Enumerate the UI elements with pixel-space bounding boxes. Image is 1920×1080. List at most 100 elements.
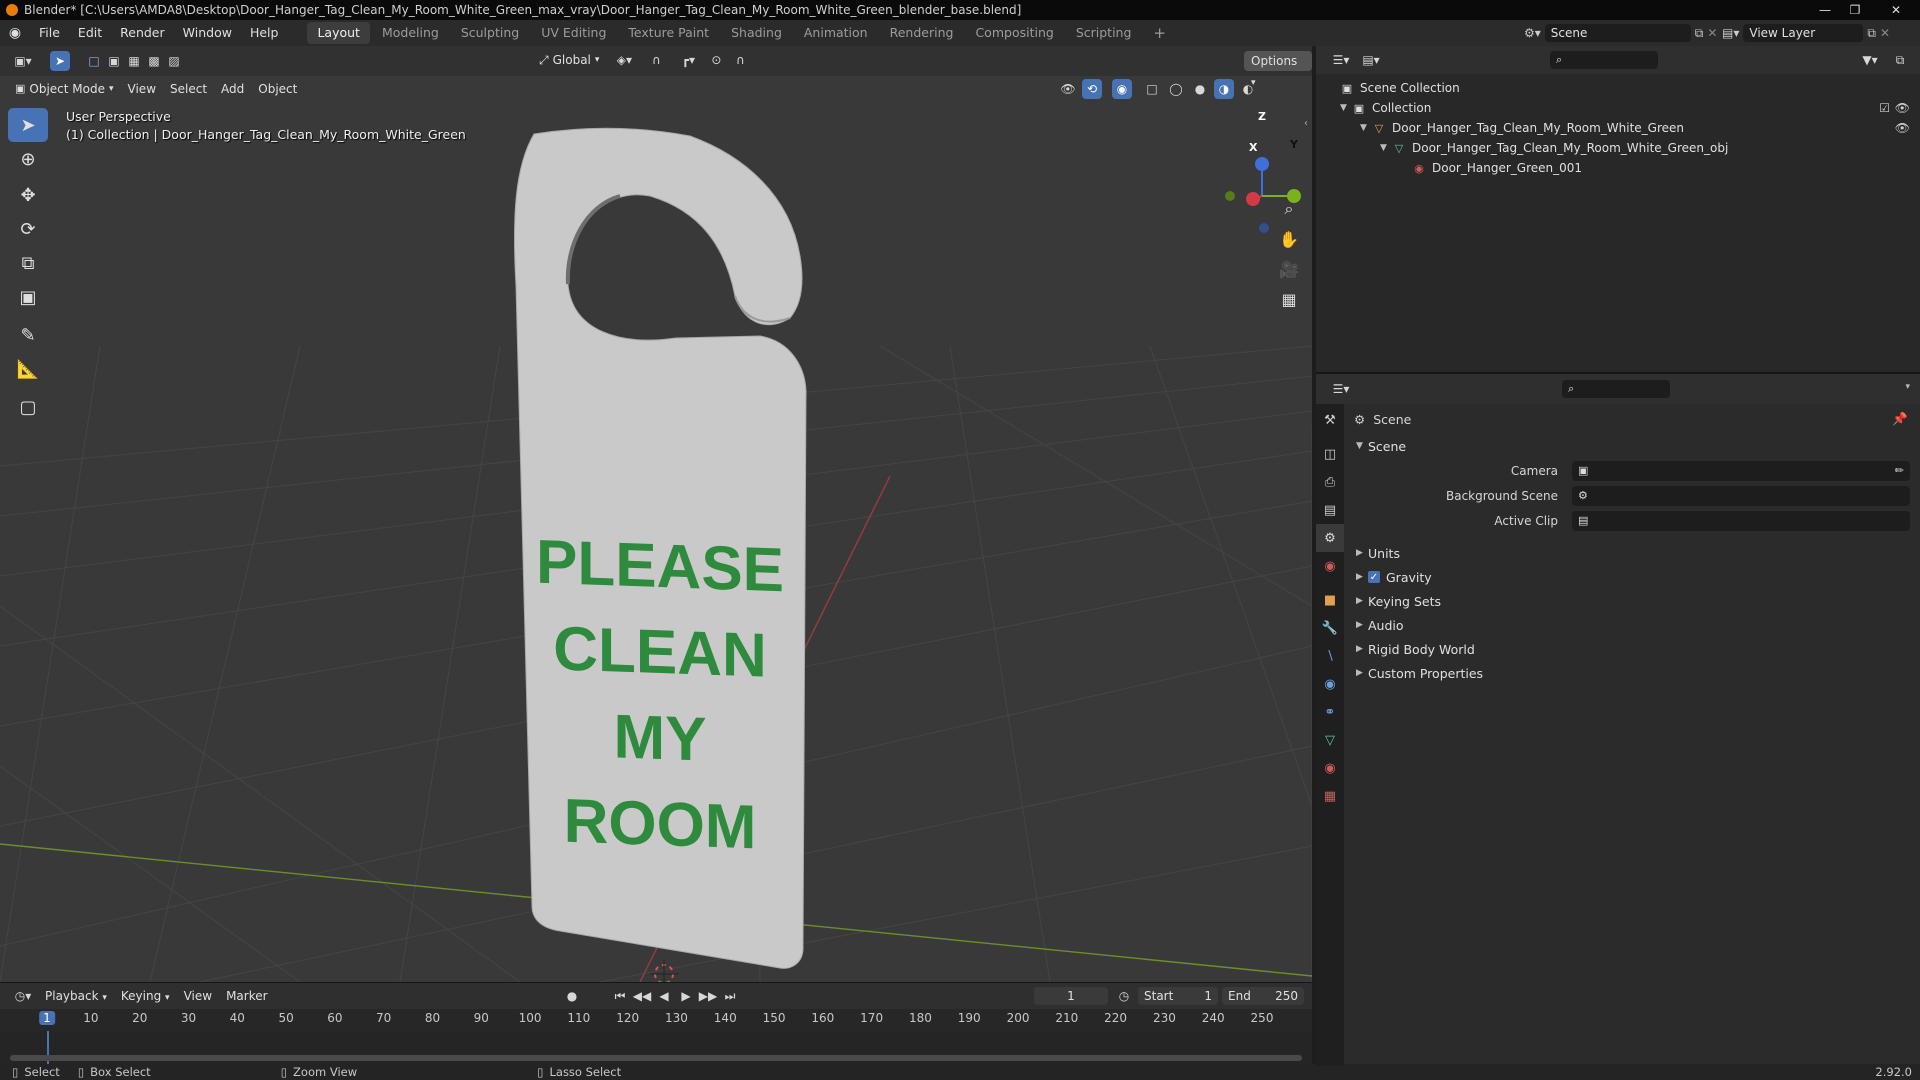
new-collection-icon[interactable]: ⧉ (1890, 50, 1910, 70)
pivot-point-icon[interactable]: ◈▾ (610, 50, 638, 70)
start-frame-field[interactable]: Start 1 (1138, 987, 1218, 1005)
panel-audio-header[interactable]: ▶ Audio (1344, 613, 1920, 637)
timeline-menu-playback[interactable]: Playback ▾ (38, 986, 114, 1006)
timeline-body[interactable] (0, 1031, 1312, 1065)
viewport-menu-select[interactable]: Select (163, 79, 214, 99)
new-view-layer-icon[interactable]: ⧉ (1867, 26, 1876, 41)
particles-tab-icon[interactable]: ∖ (1316, 642, 1344, 670)
world-tab-icon[interactable]: ◉ (1316, 552, 1344, 580)
wireframe-shading-icon[interactable]: ◯ (1166, 79, 1186, 99)
xray-toggle-icon[interactable]: □ (1142, 79, 1162, 99)
move-tool-icon[interactable]: ✥ (8, 178, 48, 212)
object-tab-icon[interactable]: ■ (1316, 586, 1344, 614)
select-intersect-mode-icon[interactable]: ▨ (164, 51, 184, 71)
panel-rigid-body-world-header[interactable]: ▶ Rigid Body World (1344, 637, 1920, 661)
outliner-filter-icon[interactable]: ▼▾ (1856, 50, 1884, 70)
background-scene-field[interactable]: ⚙ (1572, 485, 1910, 506)
current-frame-marker[interactable]: 1 (39, 1011, 55, 1025)
menu-window[interactable]: Window (174, 20, 241, 46)
active-clip-field[interactable]: ▤ (1572, 510, 1910, 531)
select-subtract-mode-icon[interactable]: ▦ (124, 51, 144, 71)
texture-tab-icon[interactable]: ▦ (1316, 782, 1344, 810)
new-scene-icon[interactable]: ⧉ (1695, 26, 1704, 41)
snap-toggle-icon[interactable]: ∩ (642, 50, 670, 70)
tool-tab-icon[interactable]: ⚒ (1316, 406, 1344, 434)
pin-icon[interactable]: 📌 (1892, 411, 1908, 427)
timeline-scrollbar[interactable] (10, 1055, 1302, 1061)
workspace-tab-uv-editing[interactable]: UV Editing (531, 22, 616, 44)
select-invert-mode-icon[interactable]: ▩ (144, 51, 164, 71)
solid-shading-icon[interactable]: ● (1190, 79, 1210, 99)
panel-scene-header[interactable]: ▼ Scene (1344, 434, 1920, 458)
timeline-menu-keying[interactable]: Keying ▾ (114, 986, 177, 1006)
timeline-menu-view[interactable]: View (177, 986, 219, 1006)
viewport-menu-add[interactable]: Add (214, 79, 251, 99)
outliner-search-field[interactable]: ⌕ (1550, 51, 1658, 69)
prev-keyframe-icon[interactable]: ◀◀ (632, 986, 652, 1006)
collection-checkbox[interactable]: ☑ (1879, 101, 1890, 115)
timeline-menu-marker[interactable]: Marker (219, 986, 274, 1006)
current-frame-field[interactable]: 1 (1034, 987, 1108, 1005)
outliner-row-mesh[interactable]: ▼ ▽ Door_Hanger_Tag_Clean_My_Room_White_… (1316, 138, 1920, 158)
pan-view-icon[interactable]: ✋ (1276, 226, 1302, 252)
render-tab-icon[interactable]: ◫ (1316, 440, 1344, 468)
orientation-dropdown[interactable]: ⤢ Global ▾ (532, 50, 606, 70)
output-tab-icon[interactable]: ⎙ (1316, 468, 1344, 496)
constraints-tab-icon[interactable]: ⚭ (1316, 698, 1344, 726)
panel-custom-properties-header[interactable]: ▶ Custom Properties (1344, 661, 1920, 685)
workspace-tab-rendering[interactable]: Rendering (880, 22, 964, 44)
viewport-menu-object[interactable]: Object (251, 79, 304, 99)
object-mode-dropdown[interactable]: ▣ Object Mode ▾ (8, 79, 121, 99)
visibility-icon[interactable]: 👁 (1058, 79, 1078, 99)
ortho-toggle-icon[interactable]: ▦ (1276, 286, 1302, 312)
material-tab-icon[interactable]: ◉ (1316, 754, 1344, 782)
snap-target-icon[interactable]: ┏▾ (674, 50, 702, 70)
view-layer-tab-icon[interactable]: ▤ (1316, 496, 1344, 524)
proportional-edit-icon[interactable]: ⊙ (706, 50, 726, 70)
outliner-row-object[interactable]: ▼ ▽ Door_Hanger_Tag_Clean_My_Room_White_… (1316, 118, 1920, 138)
annotate-tool-icon[interactable]: ✎ (8, 318, 48, 352)
camera-field[interactable]: ▣ ✏ (1572, 460, 1910, 481)
workspace-tab-texture-paint[interactable]: Texture Paint (618, 22, 719, 44)
next-keyframe-icon[interactable]: ▶▶ (698, 986, 718, 1006)
panel-keying-sets-header[interactable]: ▶ Keying Sets (1344, 589, 1920, 613)
properties-search-field[interactable]: ⌕ (1562, 380, 1670, 398)
workspace-tab-compositing[interactable]: Compositing (965, 22, 1063, 44)
minimize-icon[interactable]: — (1814, 0, 1836, 20)
outliner-row-collection[interactable]: ▼ ▣ Collection ☑ 👁 (1316, 98, 1920, 118)
properties-editor-type-icon[interactable]: ☰▾ (1326, 379, 1356, 399)
collection-visibility-icon[interactable]: 👁 (1895, 101, 1910, 115)
measure-tool-icon[interactable]: 📐 (8, 352, 48, 386)
zoom-view-icon[interactable]: ⌕ (1276, 196, 1302, 222)
physics-tab-icon[interactable]: ◉ (1316, 670, 1344, 698)
select-box-tool-icon[interactable]: ➤ (8, 108, 48, 142)
options-dropdown[interactable]: Options ▾ (1244, 51, 1312, 88)
view-layer-field[interactable]: View Layer (1743, 24, 1864, 42)
cursor-tool-icon[interactable]: ⊕ (8, 142, 48, 176)
maximize-icon[interactable]: ❐ (1844, 0, 1866, 20)
expand-arrow-icon[interactable]: ▼ (1360, 123, 1372, 133)
expand-arrow-icon[interactable]: ▼ (1340, 103, 1352, 113)
add-cube-tool-icon[interactable]: ▢ (8, 390, 48, 424)
panel-gravity-header[interactable]: ▶ ✓ Gravity (1344, 565, 1920, 589)
falloff-icon[interactable]: ∩ (730, 50, 750, 70)
rotate-tool-icon[interactable]: ⟳ (8, 212, 48, 246)
jump-start-icon[interactable]: ⏮ (610, 986, 630, 1006)
play-reverse-icon[interactable]: ◀ (654, 986, 674, 1006)
sidebar-toggle-icon[interactable]: ‹ (1304, 118, 1308, 129)
outliner-row-material[interactable]: ◉ Door_Hanger_Green_001 (1316, 158, 1920, 178)
close-icon[interactable]: ✕ (1878, 0, 1914, 20)
object-visibility-icon[interactable]: 👁 (1895, 121, 1910, 135)
scene-selector-icon[interactable]: ⚙▾ (1524, 26, 1541, 40)
data-tab-icon[interactable]: ▽ (1316, 726, 1344, 754)
select-extend-mode-icon[interactable]: ▣ (104, 51, 124, 71)
transform-tool-icon[interactable]: ▣ (8, 280, 48, 314)
gravity-checkbox[interactable]: ✓ (1368, 571, 1380, 583)
jump-end-icon[interactable]: ⏭ (720, 986, 740, 1006)
menu-render[interactable]: Render (111, 20, 174, 46)
add-workspace-icon[interactable]: + (1143, 22, 1176, 44)
viewport-menu-view[interactable]: View (121, 79, 163, 99)
panel-units-header[interactable]: ▶ Units (1344, 541, 1920, 565)
camera-view-icon[interactable]: 🎥 (1276, 256, 1302, 282)
overlay-toggle-icon[interactable]: ◉ (1112, 79, 1132, 99)
